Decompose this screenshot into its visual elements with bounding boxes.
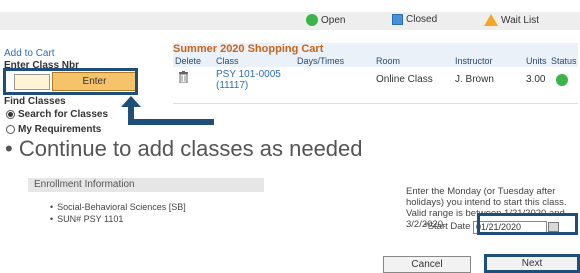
col-instructor: Instructor [455, 56, 493, 66]
search-for-classes-label: Search for Classes [18, 109, 109, 120]
cart-title: Summer 2020 Shopping Cart [173, 43, 578, 56]
col-status: Status [551, 56, 577, 66]
list-item: Social-Behavioral Sciences [SB] [50, 202, 186, 212]
legend-closed-label: Closed [406, 14, 438, 25]
class-nbr-highlight-box [3, 68, 138, 95]
radio-unselected-icon[interactable] [6, 125, 15, 134]
open-status-icon [556, 74, 568, 86]
search-for-classes-option[interactable]: Search for Classes [6, 109, 108, 120]
col-days-times: Days/Times [297, 56, 345, 66]
col-delete: Delete [175, 56, 202, 66]
annotation-arrow-tail [128, 119, 214, 125]
col-class: Class [216, 56, 239, 66]
enrollment-info-list: Social-Behavioral Sciences [SB] SUN# PSY… [50, 202, 186, 226]
radio-selected-icon[interactable] [6, 110, 15, 119]
list-item: SUN# PSY 1101 [50, 214, 186, 224]
class-number-link[interactable]: (11117) [216, 80, 248, 91]
closed-status-icon [392, 14, 403, 25]
room-value: Online Class [376, 74, 433, 85]
start-date-highlight-box [477, 213, 578, 235]
start-date-label: *Start Date [424, 221, 471, 232]
my-requirements-label: My Requirements [18, 124, 102, 135]
instruction-text: Continue to add classes as needed [18, 136, 363, 161]
legend-wait-list: Wait List [484, 14, 539, 26]
my-requirements-option[interactable]: My Requirements [6, 124, 101, 135]
class-link[interactable]: PSY 101-0005 [216, 69, 281, 80]
enrollment-info-header: Enrollment Information [28, 178, 264, 192]
legend-open: Open [306, 14, 345, 26]
status-legend: Open Closed Wait List [0, 12, 580, 30]
legend-wait-list-label: Wait List [501, 14, 539, 26]
units-value: 3.00 [526, 74, 546, 85]
add-to-cart-heading: Add to Cart [4, 48, 55, 59]
trash-icon[interactable] [179, 71, 188, 83]
legend-closed: Closed [392, 14, 437, 25]
instructor-value: J. Brown [455, 74, 494, 85]
open-status-icon [306, 14, 318, 26]
instruction-bullet: • Continue to add classes as needed [5, 136, 363, 162]
bullet-icon: • [5, 136, 19, 161]
find-classes-label: Find Classes [4, 96, 66, 107]
wait-list-status-icon [484, 14, 498, 26]
next-button[interactable]: Next [484, 254, 580, 273]
cart-table-header: Delete Class Days/Times Room Instructor … [173, 56, 578, 67]
table-row: PSY 101-0005 (11117) Online Class J. Bro… [173, 67, 578, 104]
cancel-button[interactable]: Cancel [383, 256, 471, 273]
col-units: Units [526, 56, 547, 66]
col-room: Room [376, 56, 401, 66]
legend-open-label: Open [321, 14, 346, 26]
